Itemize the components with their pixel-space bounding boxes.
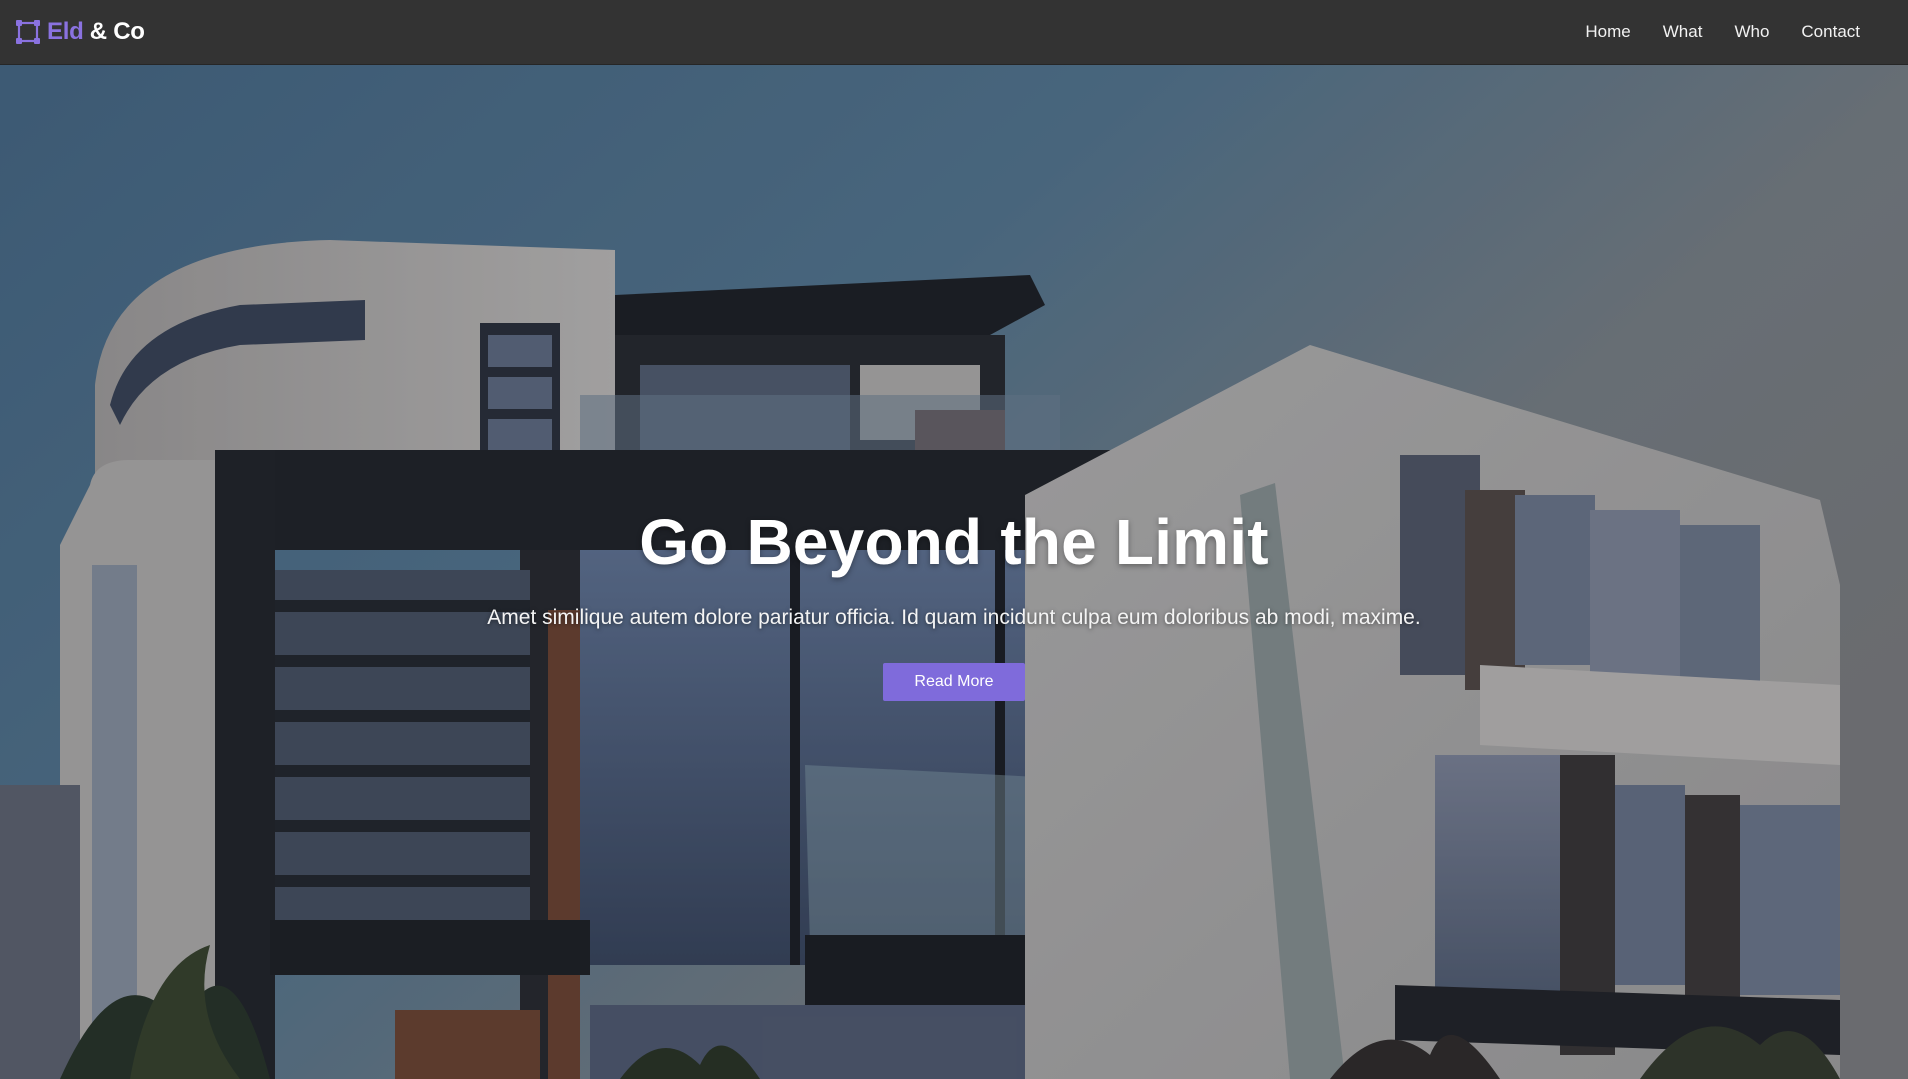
brand-name-accent: Eld	[47, 18, 84, 45]
brand-name: Eld & Co	[47, 18, 145, 46]
hero-content: Go Beyond the Limit Amet similique autem…	[0, 65, 1908, 1079]
nav-link-contact[interactable]: Contact	[1785, 22, 1876, 42]
hero-title: Go Beyond the Limit	[639, 506, 1269, 578]
hero-subtitle: Amet similique autem dolore pariatur off…	[487, 606, 1421, 629]
nav-menu: Home What Who Contact	[1569, 22, 1876, 42]
hero-section: Go Beyond the Limit Amet similique autem…	[0, 65, 1908, 1079]
nav-link-home[interactable]: Home	[1569, 22, 1646, 42]
nav-link-who[interactable]: Who	[1718, 22, 1785, 42]
read-more-button[interactable]: Read More	[883, 663, 1025, 701]
navbar: Eld & Co Home What Who Contact	[0, 0, 1908, 65]
vector-square-icon	[15, 19, 41, 45]
brand-name-rest: & Co	[83, 18, 145, 45]
nav-link-what[interactable]: What	[1647, 22, 1719, 42]
brand-logo[interactable]: Eld & Co	[15, 18, 145, 46]
